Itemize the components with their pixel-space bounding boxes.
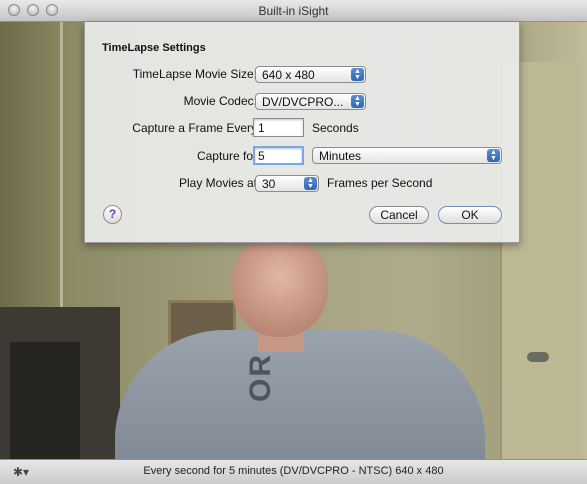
movie-size-value: 640 x 480: [262, 68, 315, 82]
wall-corner: [60, 22, 63, 322]
title-bar[interactable]: Built-in iSight: [0, 0, 587, 22]
isight-window: Built-in iSight OR. TimeLapse Settings T…: [0, 0, 587, 484]
popup-arrows-icon: ▲ ▼: [487, 149, 500, 162]
movie-size-popup[interactable]: 640 x 480 ▲ ▼: [255, 66, 366, 83]
movie-codec-popup[interactable]: DV/DVCPRO... ▲ ▼: [255, 93, 366, 110]
status-bar: ✱▾ Every second for 5 minutes (DV/DVCPRO…: [0, 459, 587, 484]
movie-codec-label: Movie Codec:: [183, 94, 257, 108]
movie-codec-value: DV/DVCPRO...: [262, 95, 344, 109]
play-movies-fps-popup[interactable]: 30 ▲ ▼: [255, 175, 319, 192]
capture-every-label: Capture a Frame Every: [132, 121, 257, 135]
capture-every-unit: Seconds: [312, 121, 359, 135]
capture-for-label: Capture for: [196, 149, 257, 163]
person-head: [232, 237, 328, 337]
status-text: Every second for 5 minutes (DV/DVCPRO - …: [143, 465, 444, 477]
cancel-button[interactable]: Cancel: [369, 206, 429, 224]
play-movies-label: Play Movies at: [178, 176, 257, 190]
capture-for-unit-popup[interactable]: Minutes ▲ ▼: [312, 147, 502, 164]
capture-for-unit-value: Minutes: [319, 149, 362, 163]
popup-arrows-icon: ▲ ▼: [351, 68, 364, 81]
popup-arrows-icon: ▲ ▼: [351, 95, 364, 108]
ok-button[interactable]: OK: [438, 206, 502, 224]
movie-size-label: TimeLapse Movie Size:: [132, 67, 257, 81]
capture-for-field[interactable]: 5: [253, 146, 304, 165]
play-movies-fps-value: 30: [262, 177, 276, 191]
capture-every-field[interactable]: 1: [253, 118, 304, 137]
door-knob: [527, 352, 549, 362]
window-title: Built-in iSight: [258, 4, 329, 18]
popup-arrows-icon: ▲ ▼: [304, 177, 317, 190]
timelapse-settings-sheet: TimeLapse Settings TimeLapse Movie Size:…: [84, 22, 520, 243]
play-movies-unit: Frames per Second: [327, 176, 433, 190]
help-button[interactable]: ?: [103, 205, 122, 224]
shelf-shadow: [10, 342, 80, 459]
sheet-heading: TimeLapse Settings: [102, 42, 206, 54]
